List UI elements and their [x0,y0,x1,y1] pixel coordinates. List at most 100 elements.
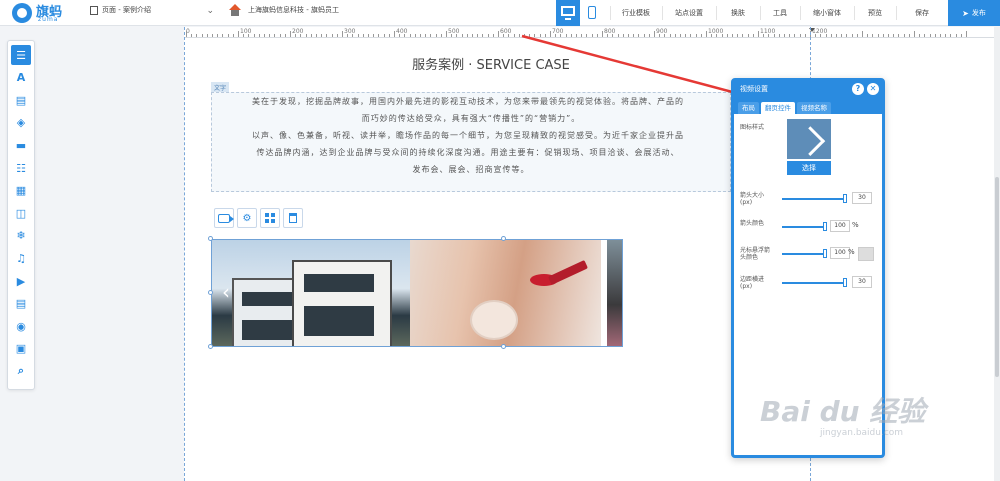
hover-arrow-color-row: 光标悬浮箭头颜色 100 % [740,247,874,261]
resize-handle[interactable] [208,344,213,349]
site-selector[interactable]: 上海旗蚂信息科技 - 旗蚂员工 [228,4,339,16]
shapes-icon: ◈ [16,116,26,130]
menu-preview[interactable]: 预览 [856,8,894,18]
menu-shrink-window[interactable]: 缩小窗体 [802,8,852,18]
paragraph-line: 美在于发现，挖掘品牌故事，用国内外最先进的影视互动技术，为您来带最领先的视觉体验… [252,97,684,106]
hover-arrow-color-slider[interactable] [782,253,826,255]
save-button[interactable]: 保存 [898,8,946,18]
slide-house-photo: ‹ [212,240,410,346]
margin-slider[interactable] [782,282,846,284]
close-icon[interactable]: ✕ [867,83,879,95]
ruler-label: 100 [240,28,252,35]
layout-button[interactable] [260,208,280,228]
text-module[interactable]: 美在于发现，挖掘品牌故事，用国内外最先进的影视互动技术，为您来带最领先的视觉体验… [211,92,731,192]
ruler-label: 500 [448,28,460,35]
settings-button[interactable]: ⚙ [237,208,257,228]
tab-pagination-controls[interactable]: 翻页控件 [761,102,795,114]
slider-knob[interactable] [823,249,827,258]
percent-unit: % [852,221,859,229]
menu-industry-templates[interactable]: 行业模板 [612,8,660,18]
resize-handle[interactable] [501,344,506,349]
guide-line-left [184,27,185,481]
tab-video-name[interactable]: 视频名称 [797,102,831,114]
dialog-body: 图标样式 选择 箭头大小(px) 30 箭头颜色 100 % 光标悬浮箭头颜色 … [734,114,882,290]
dialog-header: 视频设置 ? ✕ [734,81,882,98]
slider-knob[interactable] [843,194,847,203]
vertical-scrollbar[interactable] [994,27,1000,481]
tool-image-text[interactable]: ▤ [11,90,31,110]
line-icon: ▬ [15,138,27,152]
tool-search[interactable]: ⌕ [11,361,31,381]
tool-line[interactable]: ▬ [11,135,31,155]
arrow-size-row: 箭头大小(px) 30 [740,192,872,206]
tool-document[interactable]: ▤ [11,294,31,314]
list-items-icon: ☷ [16,161,26,175]
margin-row: 边距横进(px) 30 [740,276,872,290]
arrow-size-slider[interactable] [782,198,846,200]
desktop-view-button[interactable] [556,0,580,26]
ruler-label: 1000 [708,28,724,35]
ruler-label: 700 [552,28,564,35]
logo-icon [12,3,32,23]
section-title[interactable]: 服务案例 · SERVICE CASE [384,54,598,73]
publish-label: 发布 [971,9,986,17]
video-settings-button[interactable] [214,208,234,228]
slide-lipstick-photo [410,240,601,346]
tool-picture[interactable]: ▣ [11,339,31,359]
mobile-view-button[interactable] [584,0,600,26]
slider-knob[interactable] [843,278,847,287]
tool-gallery[interactable]: ▦ [11,181,31,201]
arrow-color-slider[interactable] [782,226,826,228]
tool-list-items[interactable]: ☷ [11,158,31,178]
ruler-label: 800 [604,28,616,35]
dialog-title: 视频设置 [740,85,768,93]
menu-skin[interactable]: 换肤 [718,8,758,18]
scrollbar-thumb[interactable] [995,177,999,377]
hover-arrow-color-label: 光标悬浮箭头颜色 [740,247,771,261]
trash-icon [289,213,297,223]
select-icon-button[interactable]: 选择 [787,161,831,175]
image-text-icon: ▤ [15,93,27,107]
list-icon: ☰ [16,48,26,62]
menu-site-settings[interactable]: 站点设置 [664,8,714,18]
slide-photo-partial [607,240,622,346]
menu-tools[interactable]: 工具 [762,8,798,18]
arrow-color-value[interactable]: 100 [830,220,850,232]
ruler-label: 600 [500,28,512,35]
chevron-right-icon[interactable] [787,119,831,159]
slider-prev-arrow-icon[interactable]: ‹ [222,280,230,304]
tool-snowflake[interactable]: ❄ [11,226,31,246]
tab-layout[interactable]: 布局 [738,102,759,114]
tool-play[interactable]: ◉ [11,316,31,336]
help-icon[interactable]: ? [852,83,864,95]
home-icon [228,4,242,16]
tool-music[interactable]: ♫ [11,248,31,268]
tool-text[interactable]: A [11,68,31,88]
page-selector[interactable]: 页面 - 案例介绍 ⌄ [90,5,214,16]
paper-plane-icon: ➤ [962,8,969,18]
resize-handle[interactable] [501,236,506,241]
tool-shapes[interactable]: ◈ [11,113,31,133]
slider-knob[interactable] [823,222,827,231]
ruler-label: 200 [292,28,304,35]
page-icon [90,5,98,15]
page-selector-label: 页面 - 案例介绍 [102,6,151,14]
resize-handle[interactable] [208,236,213,241]
resize-handle[interactable] [208,290,213,295]
color-swatch[interactable] [858,247,874,261]
monitor-icon [561,6,575,16]
margin-value[interactable]: 30 [852,276,872,288]
site-selector-label: 上海旗蚂信息科技 - 旗蚂员工 [248,6,339,14]
arrow-size-value[interactable]: 30 [852,192,872,204]
logo-subtext: zuma [38,16,59,23]
hover-arrow-color-value[interactable]: 100 [830,247,850,259]
ruler-label: 400 [396,28,408,35]
ruler-label: 900 [656,28,668,35]
delete-button[interactable] [283,208,303,228]
video-slider-module[interactable]: ‹ [211,239,623,347]
tool-video[interactable]: ▶ [11,271,31,291]
phone-icon [588,6,596,19]
tool-shop[interactable]: ◫ [11,203,31,223]
tool-list[interactable]: ☰ [11,45,31,65]
publish-button[interactable]: ➤ 发布 [948,0,1000,26]
